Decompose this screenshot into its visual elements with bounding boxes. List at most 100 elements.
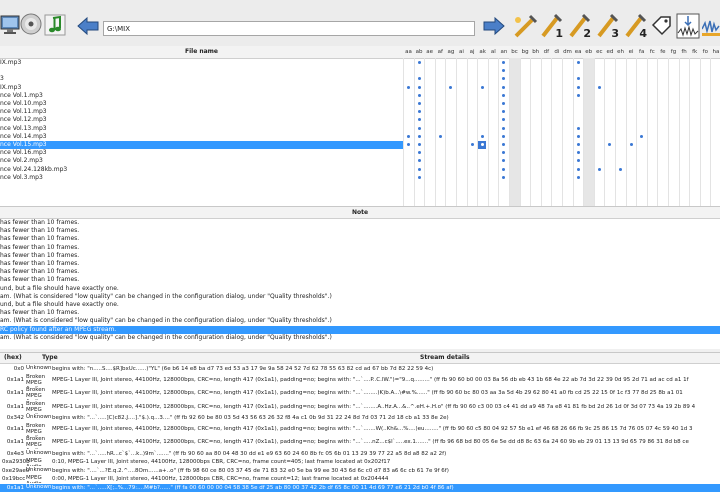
file-name: nce Vol.2.mp3 <box>0 157 43 165</box>
stream-table-header: (hex) Type Stream details <box>0 353 720 364</box>
forward-arrow-icon[interactable] <box>482 16 506 36</box>
stream-row[interactable]: 0x342 Unknown begins with: "...`.....]C)c8… <box>0 414 720 422</box>
stream-row[interactable]: 0x1a1Broken MPEG Audio MPEG-1 Layer III, … <box>0 423 720 436</box>
back-arrow-icon[interactable] <box>76 16 100 36</box>
tag-icon[interactable] <box>650 15 672 37</box>
stream-details: MPEG-1 Layer III, Joint stereo, 44100Hz,… <box>52 425 693 432</box>
cd-icon[interactable] <box>20 13 42 35</box>
flag-marker <box>576 85 580 89</box>
stream-row[interactable]: 0x1a1Broken MPEG Audio MPEG-1 Layer III, … <box>0 374 720 387</box>
note-row[interactable]: has fewer than 10 frames. <box>0 268 720 276</box>
flag-column-header[interactable]: ag <box>445 49 456 55</box>
flag-marker <box>481 85 485 89</box>
file-name: nce Vol.13.mp3 <box>0 124 47 132</box>
flag-column-header[interactable]: ab <box>414 49 425 55</box>
flag-column-header[interactable]: eh <box>615 49 626 55</box>
note-row[interactable]: has fewer than 10 frames. <box>0 219 720 227</box>
flag-column-header[interactable]: fc <box>647 49 658 55</box>
note-row[interactable]: has fewer than 10 frames. <box>0 235 720 243</box>
flag-column-header[interactable]: al <box>488 49 499 55</box>
waveform-icon[interactable] <box>676 13 700 39</box>
flag-column-header[interactable]: eb <box>583 49 594 55</box>
flag-column-header[interactable]: fo <box>700 49 711 55</box>
tool-1-button[interactable]: 1 <box>540 12 564 40</box>
flag-column-header[interactable]: ak <box>477 49 488 55</box>
file-name: IX.mp3 <box>0 59 22 66</box>
music-note-icon[interactable] <box>44 14 66 36</box>
stream-table: (hex) Type Stream details 0x0 Unknown begi… <box>0 352 720 501</box>
flag-column-header[interactable]: an <box>498 49 509 55</box>
stream-row[interactable]: 0x1a1 Unknown begins with: "...`.....X[;..… <box>0 483 720 492</box>
tool-3-button[interactable]: 3 <box>596 12 620 40</box>
note-row[interactable]: has fewer than 10 frames. <box>0 260 720 268</box>
tool-1-label: 1 <box>555 27 563 40</box>
flag-column-header[interactable]: fe <box>657 49 668 55</box>
tool-2-label: 2 <box>583 27 591 40</box>
flag-column-header[interactable]: ae <box>424 49 435 55</box>
flag-column-header[interactable]: bc <box>509 49 520 55</box>
flag-column-header[interactable]: af <box>435 49 446 55</box>
note-row[interactable]: has fewer than 10 frames. <box>0 309 720 317</box>
flag-column-header[interactable]: dm <box>562 49 573 55</box>
note-row[interactable]: has fewer than 10 frames. <box>0 244 720 252</box>
stream-details: 0:10, MPEG-1 Layer III, Joint stereo, 44… <box>52 459 391 465</box>
flag-column-header[interactable]: ai <box>456 49 467 55</box>
note-row[interactable]: has fewer than 10 frames. <box>0 227 720 235</box>
stream-pos: 0x342 <box>6 415 24 421</box>
stream-pos: 0x1a1 <box>6 425 24 432</box>
details-column-header[interactable]: Stream details <box>420 354 470 361</box>
flag-column-header[interactable]: ed <box>604 49 615 55</box>
type-column-header[interactable]: Type <box>42 354 58 361</box>
wave-icon[interactable] <box>702 15 720 37</box>
flag-marker <box>576 61 580 64</box>
file-name: nce Vol.12.mp3 <box>0 116 47 124</box>
note-row[interactable]: und, but a file should have exactly one. <box>0 285 720 293</box>
flag-column-header[interactable]: fa <box>636 49 647 55</box>
stream-row[interactable]: 0x4e3 Unknown begins with: "...`.....hR...… <box>0 450 720 458</box>
flag-column-header[interactable]: fg <box>668 49 679 55</box>
path-input[interactable]: G:\MIX <box>103 21 475 36</box>
note-row[interactable]: RC policy found after an MPEG stream. <box>0 325 720 334</box>
note-row[interactable]: has fewer than 10 frames. <box>0 252 720 260</box>
flag-column-header[interactable]: fh <box>679 49 690 55</box>
note-row[interactable]: am. (What is considered "low quality" ca… <box>0 293 720 301</box>
flag-column-header[interactable]: ec <box>594 49 605 55</box>
flag-column-header[interactable]: aj <box>467 49 478 55</box>
pos-column-header[interactable]: (hex) <box>4 354 22 361</box>
flag-column-header[interactable]: bh <box>530 49 541 55</box>
flag-column-header[interactable]: ha <box>710 49 720 55</box>
notes-table: Note has fewer than 10 frames. has fewer … <box>0 206 720 349</box>
stream-details: begins with: "...`.....X[;..%...79:....M… <box>52 484 454 491</box>
stream-row[interactable]: 0x19bccMPEG Audio 0:00, MPEG-1 Layer III,… <box>0 475 720 483</box>
flag-column-header[interactable]: df <box>541 49 552 55</box>
file-name: nce Vol.10.mp3 <box>0 100 47 107</box>
tool-4-label: 4 <box>639 27 647 40</box>
stream-pos: 0x19bcc <box>2 476 26 482</box>
note-row[interactable]: am. (What is considered "low quality" ca… <box>0 317 720 325</box>
file-name-column-header[interactable]: File name <box>0 48 403 55</box>
tool-wand-icon[interactable] <box>512 12 538 40</box>
flag-column-header[interactable]: aa <box>403 49 414 55</box>
tool-4-button[interactable]: 4 <box>624 12 648 40</box>
flag-column-header[interactable]: bg <box>520 49 531 55</box>
stream-row[interactable]: 0x0 Unknown begins with: "n.....S....$R]bx… <box>0 365 720 373</box>
note-row[interactable]: am. (What is considered "low quality" ca… <box>0 334 720 342</box>
tool-2-button[interactable]: 2 <box>568 12 592 40</box>
monitor-icon[interactable] <box>0 14 20 36</box>
stream-row[interactable]: 0x1a1Broken MPEG Audio MPEG-1 Layer III, … <box>0 387 720 400</box>
flag-column-header[interactable]: di <box>551 49 562 55</box>
flag-column-header[interactable]: fk <box>689 49 700 55</box>
stream-row[interactable]: 0x1a1Broken MPEG Audio MPEG-1 Layer III, … <box>0 436 720 449</box>
flag-column-header[interactable]: ea <box>573 49 584 55</box>
flag-column-header[interactable]: ei <box>626 49 637 55</box>
stream-row[interactable]: 0x1a1Broken MPEG Audio MPEG-1 Layer III, … <box>0 401 720 414</box>
note-column-header[interactable]: Note <box>0 207 720 219</box>
stream-pos: 0xa2930b <box>2 459 30 465</box>
stream-row[interactable]: 0xe29ae0 Unknown begins with: "....`...?E.… <box>0 467 720 475</box>
note-row[interactable]: has fewer than 10 frames. <box>0 276 720 284</box>
flag-marker <box>417 167 421 171</box>
stream-row[interactable]: 0xa2930bMPEG Audio 0:10, MPEG-1 Layer III… <box>0 458 720 466</box>
flag-marker <box>417 85 421 89</box>
note-row[interactable]: und, but a file should have exactly one. <box>0 301 720 309</box>
flag-marker <box>576 151 580 155</box>
